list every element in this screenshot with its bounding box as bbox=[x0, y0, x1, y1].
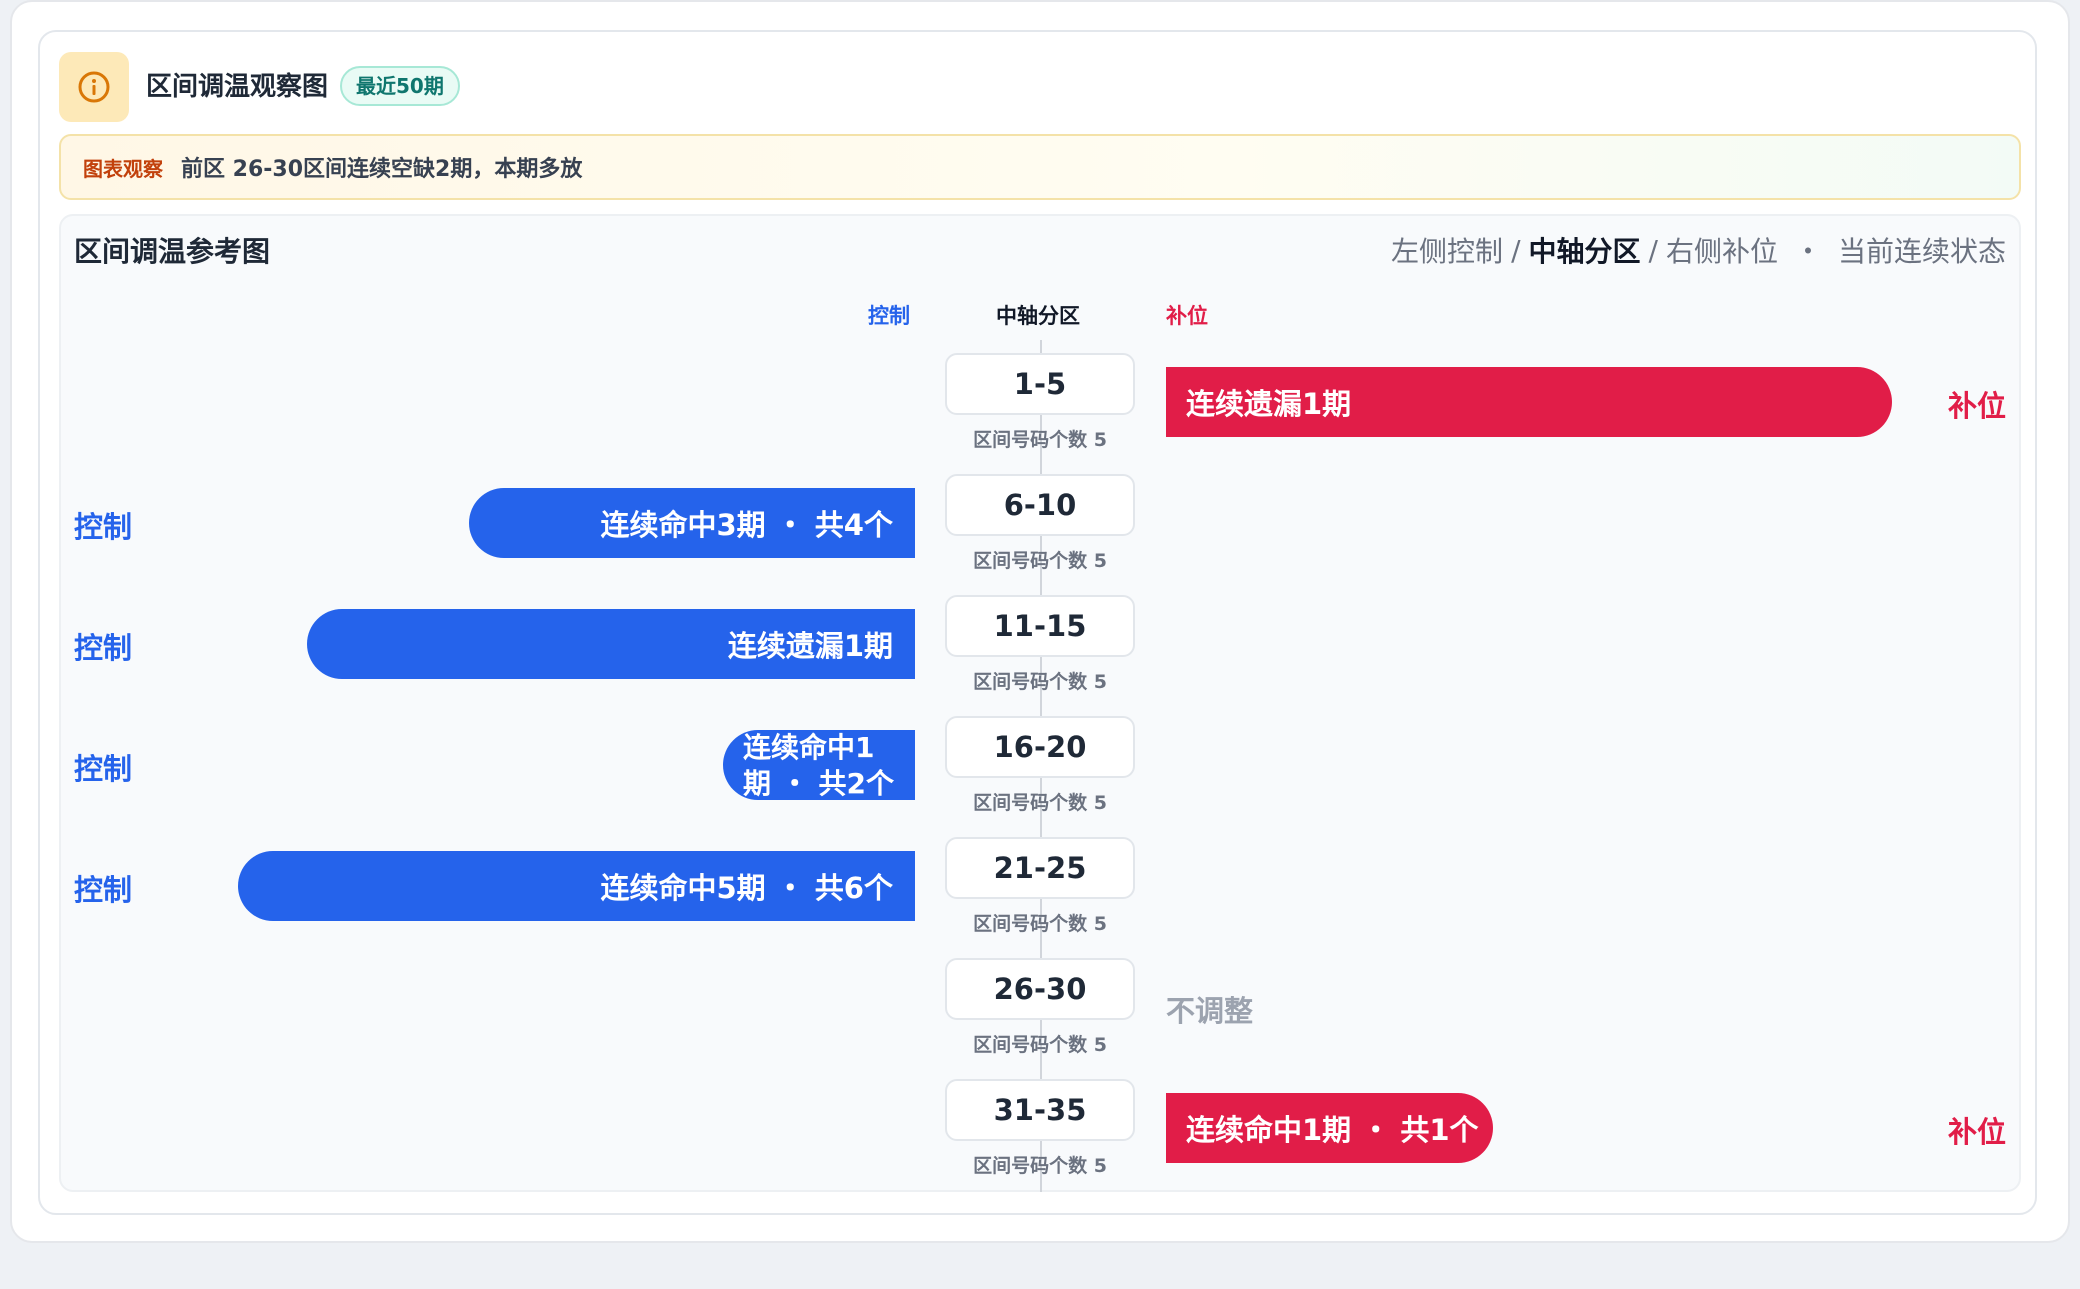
control-bar[interactable]: 连续命中1期 ・ 共2个 bbox=[723, 730, 915, 800]
legend-right: 右侧补位 bbox=[1665, 235, 1778, 268]
control-bar[interactable]: 连续命中5期 ・ 共6个 bbox=[238, 851, 915, 921]
interval-count-label: 区间号码个数 5 bbox=[973, 792, 1107, 814]
column-header-fill: 补位 bbox=[1166, 304, 1208, 328]
fill-bar[interactable]: 连续遗漏1期 bbox=[1166, 367, 1892, 437]
control-bar[interactable]: 连续命中3期 ・ 共4个 bbox=[469, 488, 915, 558]
interval-chip[interactable]: 21-25 bbox=[945, 837, 1135, 899]
info-circle-icon bbox=[78, 71, 110, 103]
control-label: 控制 bbox=[74, 752, 133, 786]
panel-title: 区间调温参考图 bbox=[74, 235, 271, 268]
fill-label: 补位 bbox=[1947, 1115, 2006, 1149]
legend-left: 左侧控制 bbox=[1391, 235, 1504, 268]
interval-chip[interactable]: 1-5 bbox=[945, 353, 1135, 415]
fill-bar[interactable]: 连续命中1期 ・ 共1个 bbox=[1166, 1093, 1493, 1163]
interval-chip[interactable]: 26-30 bbox=[945, 958, 1135, 1020]
legend-separator: / bbox=[1648, 233, 1658, 267]
legend-state: 当前连续状态 bbox=[1837, 235, 2006, 268]
interval-count-label: 区间号码个数 5 bbox=[973, 1034, 1107, 1056]
period-badge: 最近50期 bbox=[340, 66, 460, 106]
interval-count-label: 区间号码个数 5 bbox=[973, 550, 1107, 572]
control-label: 控制 bbox=[74, 510, 133, 544]
notice-text: 前区 26-30区间连续空缺2期，本期多放 bbox=[181, 157, 583, 182]
legend-dot: ・ bbox=[1793, 235, 1822, 268]
info-icon-box[interactable] bbox=[59, 52, 129, 122]
control-bar[interactable]: 连续遗漏1期 bbox=[307, 609, 915, 679]
interval-chip[interactable]: 31-35 bbox=[945, 1079, 1135, 1141]
fill-label: 补位 bbox=[1947, 389, 2006, 423]
card-title: 区间调温观察图 bbox=[146, 72, 329, 102]
interval-count-label: 区间号码个数 5 bbox=[973, 1155, 1107, 1177]
interval-chip[interactable]: 6-10 bbox=[945, 474, 1135, 536]
page-background bbox=[0, 1243, 2080, 1289]
legend-separator: / bbox=[1511, 233, 1521, 267]
interval-chip[interactable]: 11-15 bbox=[945, 595, 1135, 657]
legend-mid: 中轴分区 bbox=[1528, 235, 1641, 268]
interval-count-label: 区间号码个数 5 bbox=[973, 429, 1107, 451]
column-header-axis: 中轴分区 bbox=[996, 304, 1080, 328]
observation-notice: 图表观察 前区 26-30区间连续空缺2期，本期多放 bbox=[59, 134, 2021, 200]
interval-count-label: 区间号码个数 5 bbox=[973, 913, 1107, 935]
interval-chip[interactable]: 16-20 bbox=[945, 716, 1135, 778]
notice-label: 图表观察 bbox=[83, 156, 163, 181]
column-header-control: 控制 bbox=[868, 304, 910, 328]
interval-count-label: 区间号码个数 5 bbox=[973, 671, 1107, 693]
control-label: 控制 bbox=[74, 631, 133, 665]
no-adjust-label: 不调整 bbox=[1166, 994, 1254, 1028]
legend: 左侧控制 / 中轴分区 / 右侧补位 ・ 当前连续状态 bbox=[1391, 230, 2006, 270]
control-label: 控制 bbox=[74, 873, 133, 907]
